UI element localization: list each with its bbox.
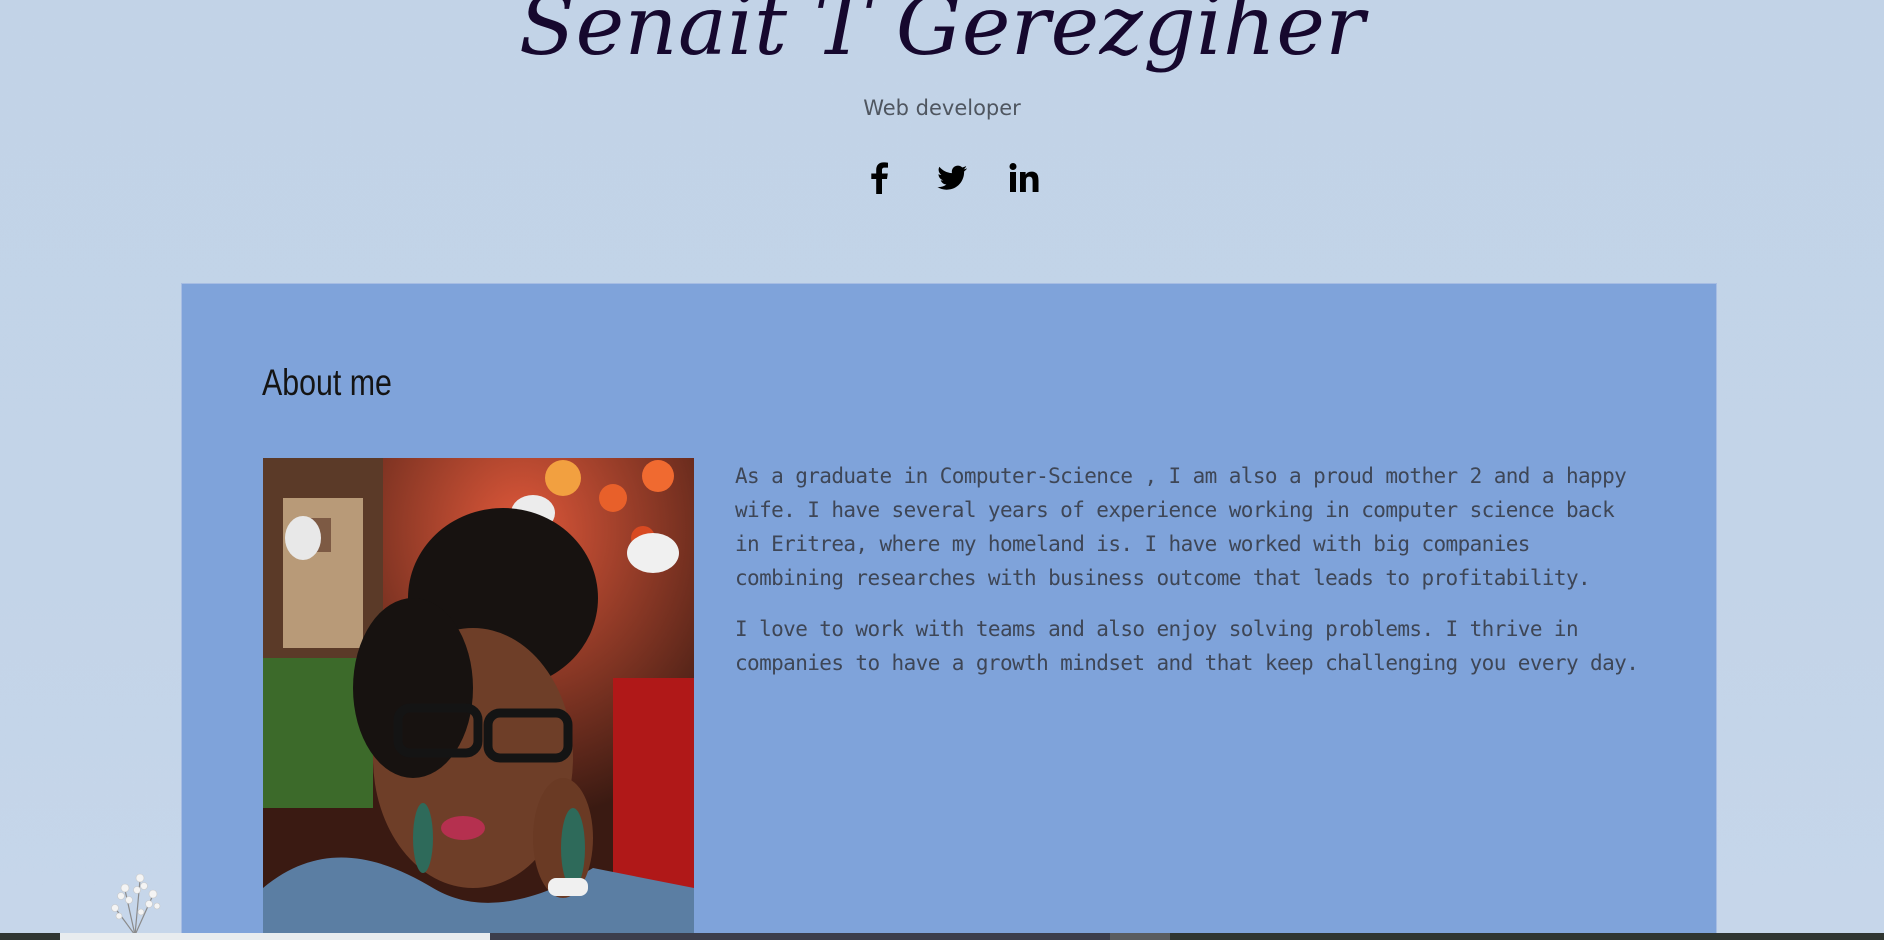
site-title: Senait T Gerezgiher xyxy=(518,0,1366,74)
about-paragraph-1: As a graduate in Computer-Science , I am… xyxy=(735,464,1627,590)
twitter-link[interactable] xyxy=(932,158,972,198)
plant-decoration xyxy=(111,873,161,935)
about-panel: About me As a graduate in Computer-Scien… xyxy=(181,283,1717,940)
strip-segment xyxy=(490,933,1110,940)
subtitle-role: Web developer xyxy=(863,96,1021,120)
facebook-link[interactable] xyxy=(860,158,900,198)
bottom-strip xyxy=(0,933,1884,940)
linkedin-link[interactable] xyxy=(1004,158,1044,198)
linkedin-icon xyxy=(1009,163,1039,192)
twitter-icon xyxy=(937,165,968,190)
strip-segment xyxy=(60,933,490,940)
about-heading: About me xyxy=(262,362,392,403)
strip-segment xyxy=(1110,933,1170,940)
profile-photo xyxy=(263,458,694,940)
about-text: As a graduate in Computer-Science , I am… xyxy=(735,459,1645,697)
about-paragraph-2: I love to work with teams and also enjoy… xyxy=(735,617,1639,675)
social-links xyxy=(860,158,1044,198)
facebook-icon xyxy=(871,162,888,194)
